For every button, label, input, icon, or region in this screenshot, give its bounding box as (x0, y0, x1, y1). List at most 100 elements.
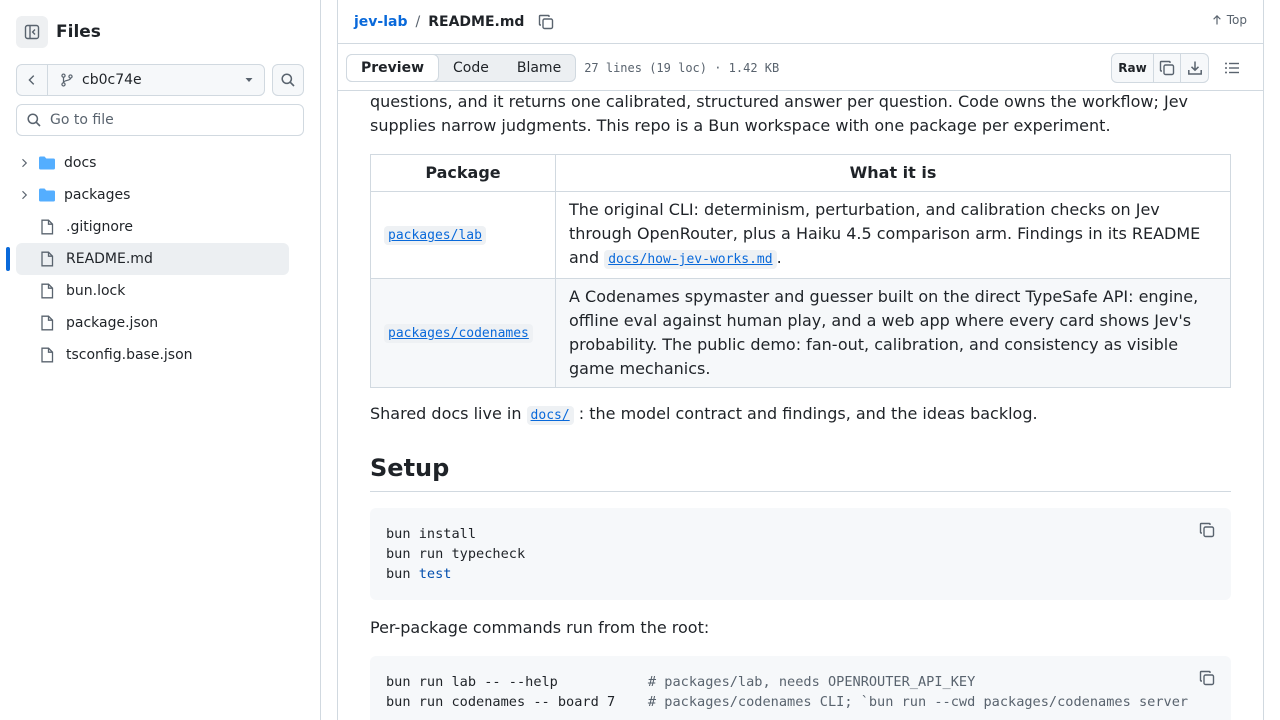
copy-icon (1199, 670, 1215, 686)
per-package-paragraph: Per-package commands run from the root: (370, 618, 710, 637)
copy-code-button[interactable] (1197, 668, 1217, 688)
code-line: bun install (386, 526, 477, 542)
table-row: packages/codenames A Codenames spymaster… (370, 278, 1231, 388)
chevron-left-icon (28, 75, 35, 85)
tree-item-gitignore[interactable]: .gitignore (16, 211, 289, 243)
go-to-file-field[interactable] (16, 104, 304, 136)
setup-code-block: bun install bun run typecheck bun test (370, 508, 1231, 600)
code-comment: # packages/lab, needs OPENROUTER_API_KEY (647, 674, 976, 690)
sidebar-header: Files (16, 16, 101, 48)
tree-item-docs[interactable]: docs (16, 147, 289, 179)
intro-paragraph: questions, and it returns one calibrated… (370, 90, 1231, 138)
table-cell: A Codenames spymaster and guesser built … (555, 278, 1231, 388)
code-line: bun run codenames -- board 7 (386, 694, 648, 710)
view-mode-switch: Preview Code Blame (346, 53, 577, 82)
back-button[interactable] (17, 65, 48, 95)
file-icon (40, 347, 58, 363)
search-button[interactable] (272, 64, 304, 96)
readme-content: questions, and it returns one calibrated… (370, 91, 1231, 720)
tab-blame[interactable]: Blame (503, 54, 575, 82)
tree-item-package-json[interactable]: package.json (16, 307, 289, 339)
file-viewer: jev-lab / README.md Top Preview Code Bla… (337, 0, 1264, 720)
file-toolbar: Preview Code Blame 27 lines (19 loc) · 1… (338, 45, 1263, 91)
download-icon (1187, 61, 1202, 75)
folder-icon (38, 155, 56, 171)
arrow-up-icon (1212, 15, 1221, 25)
breadcrumb-repo-link[interactable]: jev-lab (354, 14, 408, 30)
file-icon (40, 283, 58, 299)
branch-name: cb0c74e (82, 72, 142, 88)
branch-row: cb0c74e (16, 64, 304, 96)
tree-item-label: README.md (66, 251, 153, 267)
per-package-code-block: bun run lab -- --help # packages/lab, ne… (370, 656, 1231, 720)
tree-item-label: .gitignore (66, 219, 133, 235)
breadcrumb-separator: / (415, 13, 421, 30)
file-actions: Raw (1111, 53, 1247, 83)
tree-item-label: packages (64, 187, 131, 203)
file-icon (40, 251, 58, 267)
tree-item-label: package.json (66, 315, 159, 331)
file-action-group: Raw (1111, 53, 1209, 83)
copy-code-button[interactable] (1197, 520, 1217, 540)
code-line: bun (386, 566, 419, 582)
package-link[interactable]: packages/lab (384, 226, 486, 245)
go-to-file-input[interactable] (50, 112, 290, 128)
row-description: A Codenames spymaster and guesser built … (569, 287, 1199, 378)
tree-item-packages[interactable]: packages (16, 179, 289, 211)
tree-item-readme[interactable]: README.md (6, 243, 289, 275)
chevron-right-icon[interactable] (16, 157, 32, 169)
sidebar-title: Files (56, 22, 101, 42)
intro-line-1: questions, and it returns one calibrated… (370, 92, 1188, 111)
file-tree-sidebar: Files cb0c74e docs packa (0, 0, 321, 720)
code-comment: # packages/codenames CLI; `bun run --cwd… (647, 694, 1189, 710)
shared-docs-text: Shared docs live in (370, 404, 522, 423)
top-label: Top (1226, 13, 1247, 27)
tab-code[interactable]: Code (439, 54, 503, 82)
code-line: bun run typecheck (386, 546, 526, 562)
breadcrumb-file: README.md (428, 13, 525, 30)
table-header-what: What it is (555, 154, 1231, 192)
copy-path-button[interactable] (538, 14, 554, 30)
copy-icon (539, 14, 554, 29)
breadcrumb: jev-lab / README.md Top (338, 0, 1263, 44)
tab-preview[interactable]: Preview (346, 53, 440, 82)
back-to-top-link[interactable]: Top (1211, 13, 1247, 27)
chevron-right-icon[interactable] (16, 189, 32, 201)
tree-item-bun-lock[interactable]: bun.lock (16, 275, 289, 307)
intro-line-2: supplies narrow judgments. This repo is … (370, 116, 1111, 135)
table-cell: The original CLI: determinism, perturbat… (555, 191, 1231, 279)
copy-icon (1159, 60, 1175, 76)
setup-heading: Setup (370, 453, 1231, 492)
copy-raw-button[interactable] (1154, 54, 1181, 82)
tree-item-label: bun.lock (66, 283, 126, 299)
file-icon (40, 219, 58, 235)
docs-link[interactable]: docs/ (526, 406, 574, 425)
branch-selector[interactable]: cb0c74e (48, 65, 264, 95)
code-line: bun run lab -- --help (386, 674, 648, 690)
tree-item-label: tsconfig.base.json (66, 347, 193, 363)
download-button[interactable] (1181, 54, 1208, 82)
tree-item-label: docs (64, 155, 97, 171)
table-row: packages/lab The original CLI: determini… (370, 191, 1231, 279)
sidebar-collapse-icon (24, 24, 40, 40)
package-link[interactable]: packages/codenames (384, 324, 533, 343)
raw-button[interactable]: Raw (1112, 54, 1154, 82)
file-tree: docs packages .gitignore README.md bun.l… (6, 147, 289, 371)
branch-group: cb0c74e (16, 64, 265, 96)
file-icon (40, 315, 58, 331)
packages-table: Package What it is packages/lab The orig… (370, 154, 1231, 388)
row-description-end: . (776, 248, 782, 267)
tree-item-tsconfig[interactable]: tsconfig.base.json (16, 339, 289, 371)
code-keyword: test (418, 566, 452, 582)
search-icon (27, 113, 41, 127)
doc-link[interactable]: docs/how-jev-works.md (604, 250, 777, 269)
table-header-package: Package (370, 154, 556, 192)
outline-button[interactable] (1217, 53, 1247, 83)
git-branch-icon (61, 73, 73, 87)
table-cell: packages/codenames (370, 278, 556, 388)
search-icon (281, 73, 295, 87)
caret-down-icon (245, 78, 253, 82)
file-meta: 27 lines (19 loc) · 1.42 KB (584, 60, 780, 75)
collapse-sidebar-button[interactable] (16, 16, 48, 48)
copy-icon (1199, 522, 1215, 538)
